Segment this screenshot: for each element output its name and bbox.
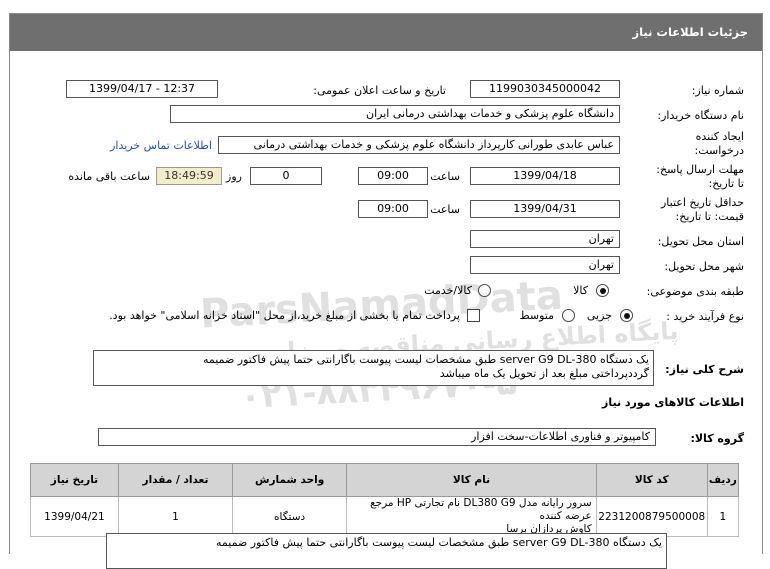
col-code: کد کالا [595,463,708,497]
goods-group-field: کامپیوتر و فناوری اطلاعات-سخت افزار [98,428,656,446]
bottom-description-line: یک دستگاه server G9 DL-380 طبق مشخصات لی… [216,536,662,549]
panel-header: جزئیات اطلاعات نیاز [10,14,762,51]
process-medium-label: متوسط [519,309,554,322]
buyer-label: نام دستگاه خریدار: [657,109,744,122]
contact-buyer-link[interactable]: اطلاعات تماس خریدار [110,139,212,152]
goods-group-label: گروه کالا: [690,432,744,445]
description-line-2: گرددپرداختی مبلغ بعد از تحویل یک ماه میب… [439,367,649,380]
cell-name: سرور رایانه مدل DL380 G9 نام تجارتی HP م… [346,496,597,537]
remaining-label: ساعت باقی مانده [68,170,150,183]
cell-qty: 1 [117,496,234,537]
announce-label: تاریخ و ساعت اعلان عمومی: [313,84,446,97]
requester-label-2: درخواست: [694,144,744,157]
validity-time-field: 09:00 [358,200,428,218]
validity-date-field: 1399/04/31 [470,200,620,218]
category-goods-service-label: کالا/خدمت [424,284,472,297]
validity-label-1: حداقل تاریخ اعتبار [660,196,744,209]
col-name: نام کالا [346,463,597,497]
bottom-description-preview: یک دستگاه server G9 DL-380 طبق مشخصات لی… [106,533,667,569]
requester-label-1: ایجاد کننده [695,130,744,143]
panel-title: جزئیات اطلاعات نیاز [632,25,748,39]
validity-label-2: قیمت: تا تاریخ: [675,210,744,223]
process-label: نوع فرآیند خرید : [666,310,744,323]
category-goods-service-radio[interactable] [478,284,491,297]
process-medium-radio[interactable] [562,309,575,322]
treasury-payment-checkbox[interactable] [467,309,480,322]
process-partial-label: جزیی [586,309,612,322]
goods-table: تاریخ نیاز تعداد / مقدار واحد شمارش نام … [30,463,740,537]
category-goods-label: کالا [573,284,588,297]
days-remaining-field: 0 [250,167,322,185]
requester-field: عباس عابدی طورانی کارپرداز دانشگاه علوم … [218,136,620,154]
deadline-time-label: ساعت [430,170,460,183]
goods-table-header: تاریخ نیاز تعداد / مقدار واحد شمارش نام … [30,463,740,497]
category-label: طبقه بندی موضوعی: [646,285,744,298]
deadline-label-2: تا تاریخ: [708,177,744,190]
need-number-label: شماره نیاز: [691,84,744,97]
cell-name-line-1: سرور رایانه مدل DL380 G9 نام تجارتی HP م… [370,497,592,522]
description-field: یک دستگاه server G9 DL-380 طبق مشخصات لی… [93,350,654,386]
category-goods-radio[interactable] [596,284,609,297]
buyer-field: دانشگاه علوم پزشکی و خدمات بهداشتی درمان… [170,105,620,123]
table-row: 1399/04/21 1 دستگاه سرور رایانه مدل DL38… [30,496,740,537]
cell-code: 2231200879500008 [595,496,708,537]
city-field: تهران [470,256,620,274]
cell-date: 1399/04/21 [30,496,119,537]
validity-time-label: ساعت [430,203,460,216]
deadline-label-1: مهلت ارسال پاسخ: [656,163,744,176]
deadline-date-field: 1399/04/18 [470,167,620,185]
treasury-payment-note: پرداخت تمام یا بخشی از مبلغ خرید،از محل … [109,309,460,322]
process-partial-radio[interactable] [620,309,633,322]
announce-field: 1399/04/17 - 12:37 [66,80,218,98]
description-label: شرح کلی نیاز: [665,363,744,376]
description-line-1: یک دستگاه server G9 DL-380 طبق مشخصات لی… [203,353,649,366]
col-qty: تعداد / مقدار [117,463,234,497]
need-number-field: 1199030345000042 [470,80,620,98]
goods-section-title: اطلاعات کالاهای مورد نیاز [602,396,744,409]
cell-unit: دستگاه [232,496,348,537]
cell-row: 1 [706,496,740,537]
city-label: شهر محل تحویل: [664,260,744,273]
deadline-time-field: 09:00 [358,167,428,185]
province-label: استان محل تحویل: [657,235,744,248]
province-field: تهران [470,230,620,248]
col-date: تاریخ نیاز [30,463,119,497]
col-row: ردیف [706,463,740,497]
col-unit: واحد شمارش [232,463,348,497]
remaining-time-field: 18:49:59 [156,167,222,185]
